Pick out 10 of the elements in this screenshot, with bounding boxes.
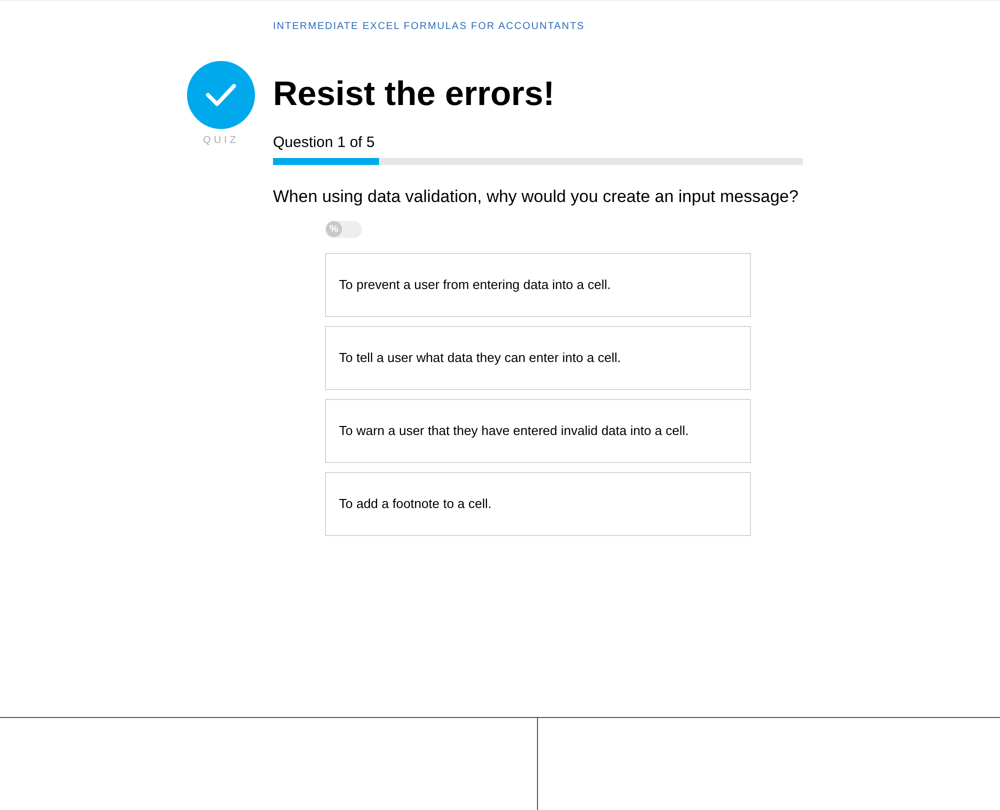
answer-option[interactable]: To warn a user that they have entered invalid data into a cell.: [325, 398, 751, 462]
progress-label: Question 1 of 5: [273, 133, 376, 153]
question-text: When using data validation, why would you create an input message?: [273, 186, 798, 208]
answer-option[interactable]: To add a footnote to a cell.: [325, 472, 751, 536]
checkmark-icon: [205, 83, 237, 107]
answer-option[interactable]: To tell a user what data they can enter into a cell.: [325, 326, 751, 390]
quiz-label: QUIZ: [203, 134, 239, 148]
course-title: INTERMEDIATE EXCEL FORMULAS FOR ACCOUNTANTS: [273, 20, 586, 34]
answer-option[interactable]: To prevent a user from entering data into a cell.: [325, 252, 751, 316]
quiz-title: Resist the errors!: [273, 74, 556, 114]
